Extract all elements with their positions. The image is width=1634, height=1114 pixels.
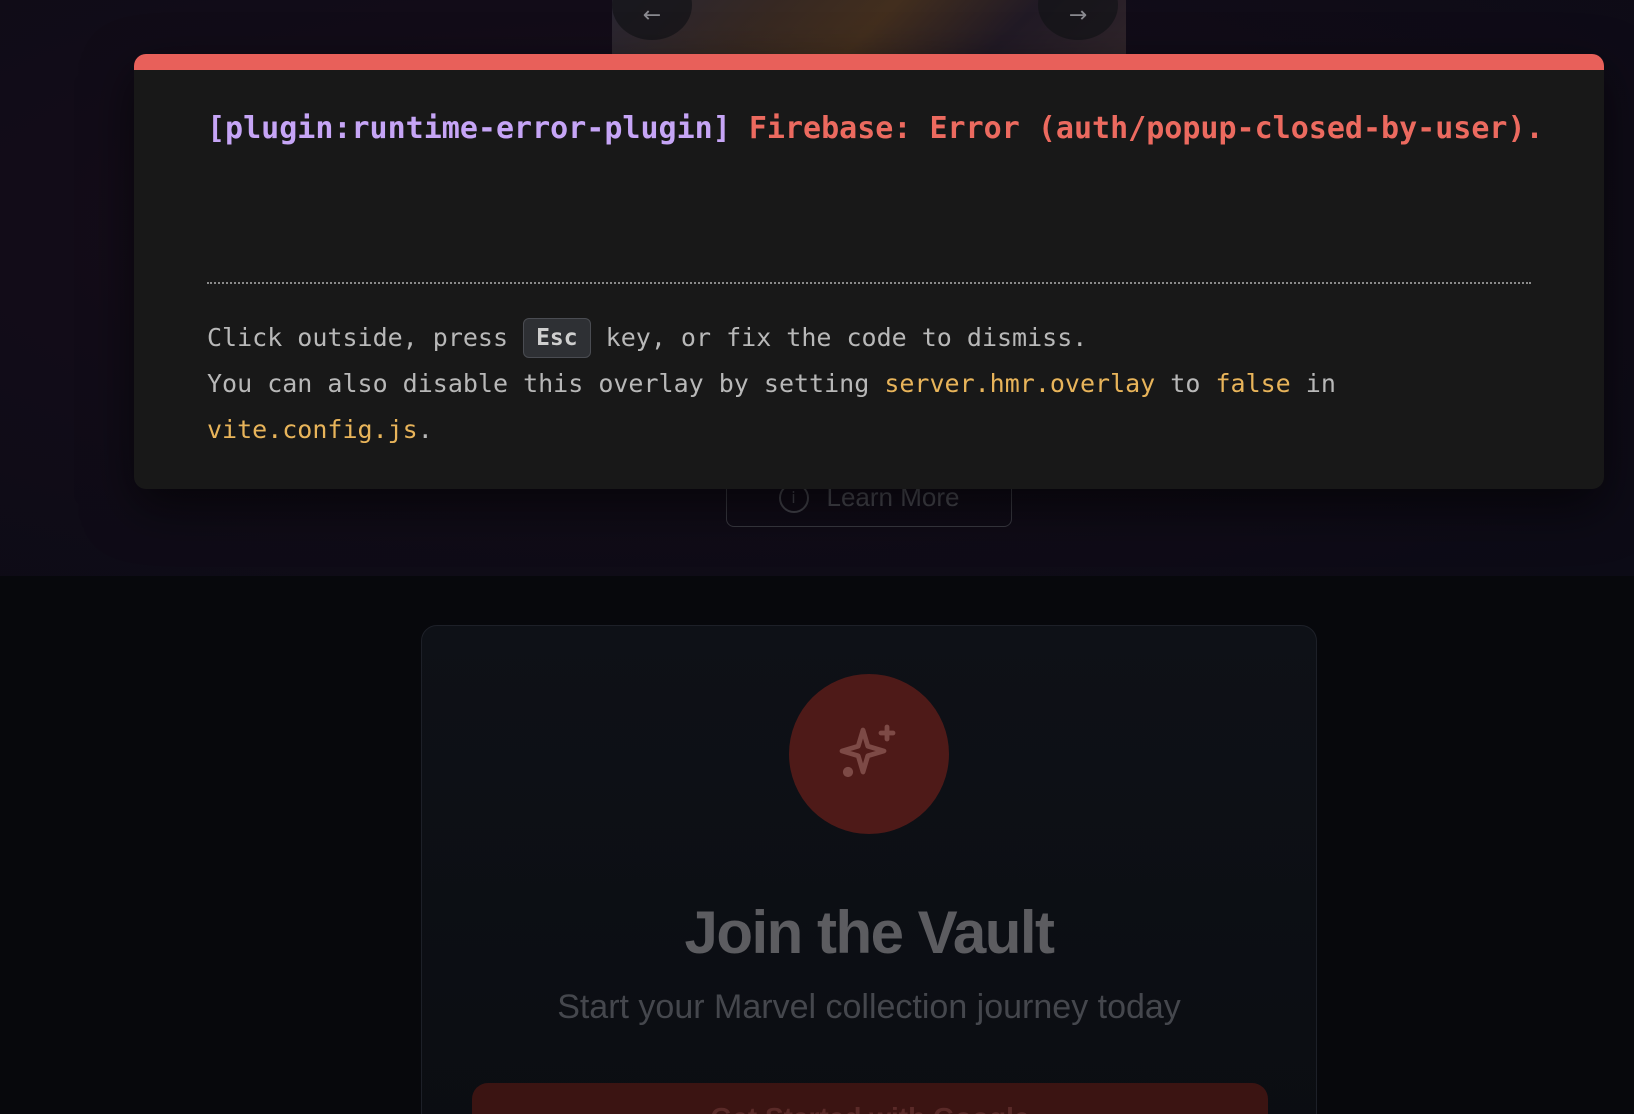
google-signin-button[interactable]: Get Started with Google bbox=[472, 1083, 1268, 1114]
join-subtitle: Start your Marvel collection journey tod… bbox=[557, 988, 1181, 1026]
sparkles-icon bbox=[789, 674, 949, 834]
arrow-left-icon: ← bbox=[642, 3, 662, 28]
tip-line-config: vite.config.js. bbox=[207, 407, 1537, 453]
tip-text: . bbox=[417, 415, 433, 444]
setting-value: false bbox=[1215, 369, 1291, 398]
tip-line-disable: You can also disable this overlay by set… bbox=[207, 361, 1537, 407]
tip-text: in bbox=[1290, 369, 1336, 398]
google-signin-label: Get Started with Google bbox=[711, 1102, 1030, 1114]
overlay-tip: Click outside, press Esc key, or fix the… bbox=[207, 315, 1537, 453]
app-page: ← → i Learn More Join the Vault Start yo… bbox=[0, 0, 1634, 1114]
overlay-divider bbox=[207, 282, 1531, 284]
setting-name: server.hmr.overlay bbox=[884, 369, 1156, 398]
tip-line-dismiss: Click outside, press Esc key, or fix the… bbox=[207, 315, 1537, 361]
tip-text: You can also disable this overlay by set… bbox=[207, 369, 885, 398]
arrow-right-icon: → bbox=[1068, 3, 1088, 28]
error-overlay[interactable]: [plugin:runtime-error-plugin] Firebase: … bbox=[134, 54, 1604, 489]
plugin-label: [plugin:runtime-error-plugin] bbox=[207, 111, 731, 146]
error-message: [plugin:runtime-error-plugin] Firebase: … bbox=[207, 108, 1547, 149]
join-title: Join the Vault bbox=[684, 899, 1055, 966]
join-vault-card: Join the Vault Start your Marvel collect… bbox=[421, 625, 1317, 1114]
tip-text: to bbox=[1155, 369, 1216, 398]
esc-key: Esc bbox=[523, 318, 591, 358]
tip-text: key, or fix the code to dismiss. bbox=[590, 323, 1088, 352]
error-text: Firebase: Error (auth/popup-closed-by-us… bbox=[748, 111, 1544, 146]
tip-text: Click outside, press bbox=[207, 323, 524, 352]
config-file: vite.config.js bbox=[207, 415, 418, 444]
